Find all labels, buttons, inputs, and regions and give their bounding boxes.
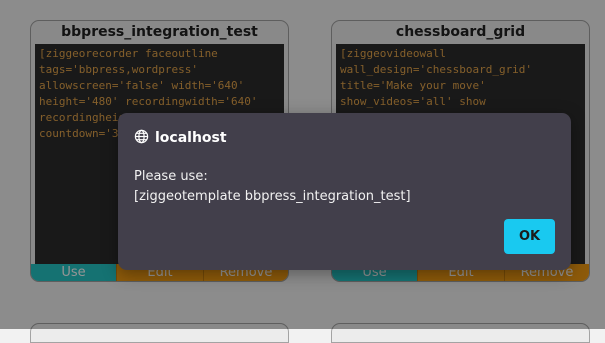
dialog-header: localhost <box>134 129 227 147</box>
ok-button[interactable]: OK <box>504 219 555 254</box>
dialog-message: Please use: [ziggeotemplate bbpress_inte… <box>134 167 411 207</box>
alert-dialog: localhost Please use: [ziggeotemplate bb… <box>118 113 571 270</box>
globe-icon <box>134 129 149 148</box>
dialog-origin: localhost <box>155 130 227 146</box>
dialog-message-line: Please use: <box>134 169 208 184</box>
dialog-message-shortcode: [ziggeotemplate bbpress_integration_test… <box>134 189 411 204</box>
